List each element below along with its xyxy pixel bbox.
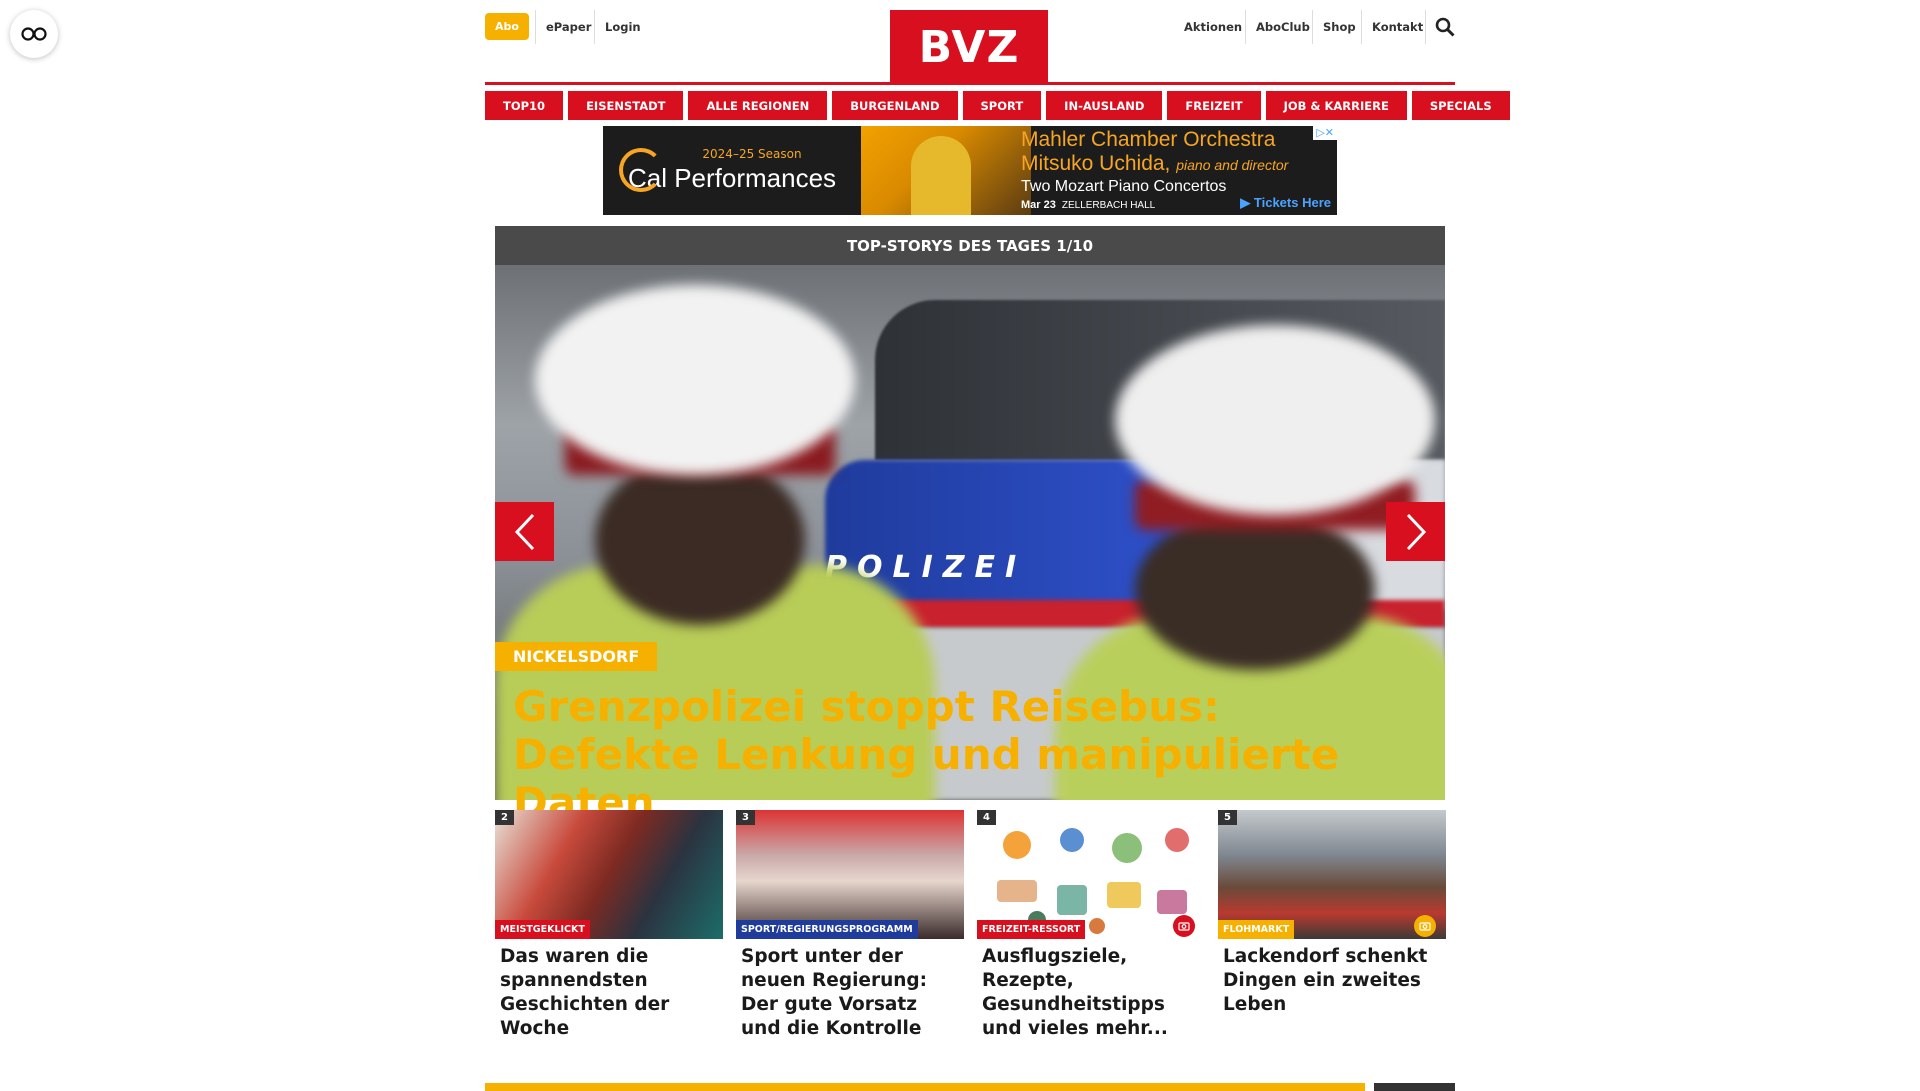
teaser-card[interactable]: 3 SPORT/REGIERUNGSPROGRAMM Sport unter d… — [736, 810, 964, 1041]
chevron-right-icon — [1406, 513, 1426, 550]
ad-artist: Mitsuko Uchida, piano and director — [1021, 152, 1289, 175]
search-icon[interactable] — [1425, 10, 1455, 44]
ad-photo — [861, 126, 1031, 215]
login-link[interactable]: Login — [594, 10, 651, 44]
sun-icon — [619, 148, 663, 192]
ad-logo: 2024–25 Season Cal Performances — [603, 126, 861, 215]
nav-item-eisenstadt[interactable]: EISENSTADT — [568, 91, 684, 120]
section-bar — [485, 1083, 1365, 1091]
nav-item-in-ausland[interactable]: IN-AUSLAND — [1046, 91, 1163, 120]
accessibility-icon — [21, 27, 47, 41]
kontakt-link[interactable]: Kontakt — [1361, 10, 1433, 44]
aktionen-link[interactable]: Aktionen — [1174, 10, 1252, 44]
officer-head — [1135, 510, 1375, 670]
teaser-card[interactable]: 4 FREIZEIT-RESSORT Ausflugsziele, Rezept… — [977, 810, 1205, 1041]
teaser-card[interactable]: 2 MEISTGEKLICKT Das waren die spannendst… — [495, 810, 723, 1041]
card-rank: 2 — [495, 810, 514, 825]
nav-item-freizeit[interactable]: FREIZEIT — [1167, 91, 1261, 120]
header-divider — [485, 82, 1455, 85]
pianist-figure — [911, 136, 971, 215]
nav-item-burgenland[interactable]: BURGENLAND — [832, 91, 958, 120]
nav-item-specials[interactable]: SPECIALS — [1411, 91, 1510, 120]
card-image: 3 SPORT/REGIERUNGSPROGRAMM — [736, 810, 964, 939]
chevron-left-icon — [514, 513, 534, 550]
top-stories-header: TOP-STORYS DES TAGES 1/10 — [495, 226, 1445, 265]
hero-category-tag[interactable]: NICKELSDORF — [495, 642, 658, 671]
card-rank: 4 — [977, 810, 996, 825]
card-title: Das waren die spannendsten Geschichten d… — [500, 946, 670, 1039]
card-title: Ausflugsziele, Rezepte, Gesundheitstipps… — [982, 946, 1168, 1039]
nav-item-alle-regionen[interactable]: ALLE REGIONEN — [688, 91, 828, 120]
nav-item-job-karriere[interactable]: JOB & KARRIERE — [1265, 91, 1407, 120]
shop-link[interactable]: Shop — [1312, 10, 1366, 44]
epaper-link[interactable]: ePaper — [535, 10, 601, 44]
nav-item-top10[interactable]: TOP10 — [485, 91, 564, 120]
ad-season: 2024–25 Season — [702, 147, 802, 161]
slider-next-button[interactable] — [1386, 502, 1445, 561]
card-rank: 5 — [1218, 810, 1237, 825]
teaser-card[interactable]: 5 FLOHMARKT Lackendorf schenkt Dingen ei… — [1218, 810, 1446, 1041]
main-nav: TOP10 EISENSTADT ALLE REGIONEN BURGENLAN… — [485, 91, 1510, 120]
top-header: Abo ePaper Login BVZ Aktionen AboClub Sh… — [485, 0, 1455, 84]
card-rank: 3 — [736, 810, 755, 825]
officer-cap — [535, 285, 855, 475]
card-category: SPORT/REGIERUNGSPROGRAMM — [736, 920, 918, 939]
ad-orchestra: Mahler Chamber Orchestra — [1021, 128, 1276, 151]
card-image: 2 MEISTGEKLICKT — [495, 810, 723, 939]
card-category: MEISTGEKLICKT — [495, 920, 590, 939]
bvz-logo[interactable]: BVZ — [890, 10, 1048, 84]
officer-head — [595, 455, 805, 625]
ad-banner[interactable]: 2024–25 Season Cal Performances Mahler C… — [603, 126, 1337, 215]
card-category: FREIZEIT-RESSORT — [977, 920, 1086, 939]
camera-icon — [1414, 915, 1436, 937]
aboclub-link[interactable]: AboClub — [1245, 10, 1320, 44]
camera-icon — [1173, 915, 1195, 937]
card-image: 4 FREIZEIT-RESSORT — [977, 810, 1205, 939]
abo-button[interactable]: Abo — [485, 13, 529, 40]
card-category: FLOHMARKT — [1218, 920, 1295, 939]
card-image: 5 FLOHMARKT — [1218, 810, 1446, 939]
hero-headline[interactable]: Grenzpolizei stoppt Reisebus: Defekte Le… — [513, 683, 1413, 827]
card-title: Lackendorf schenkt Dingen ein zweites Le… — [1223, 946, 1428, 1015]
accessibility-button[interactable] — [10, 10, 58, 58]
slider-prev-button[interactable] — [495, 502, 554, 561]
nav-item-sport[interactable]: SPORT — [962, 91, 1042, 120]
teaser-cards: 2 MEISTGEKLICKT Das waren die spannendst… — [495, 810, 1446, 1041]
card-title: Sport unter der neuen Regierung: Der gut… — [741, 946, 928, 1039]
officer-cap — [1115, 325, 1435, 515]
ad-close-icon[interactable]: ▷✕ — [1313, 126, 1337, 140]
ad-program: Two Mozart Piano Concertos — [1021, 178, 1227, 195]
section-bar-end — [1374, 1083, 1455, 1091]
ad-tickets-link[interactable]: ▶ Tickets Here — [1240, 195, 1331, 211]
